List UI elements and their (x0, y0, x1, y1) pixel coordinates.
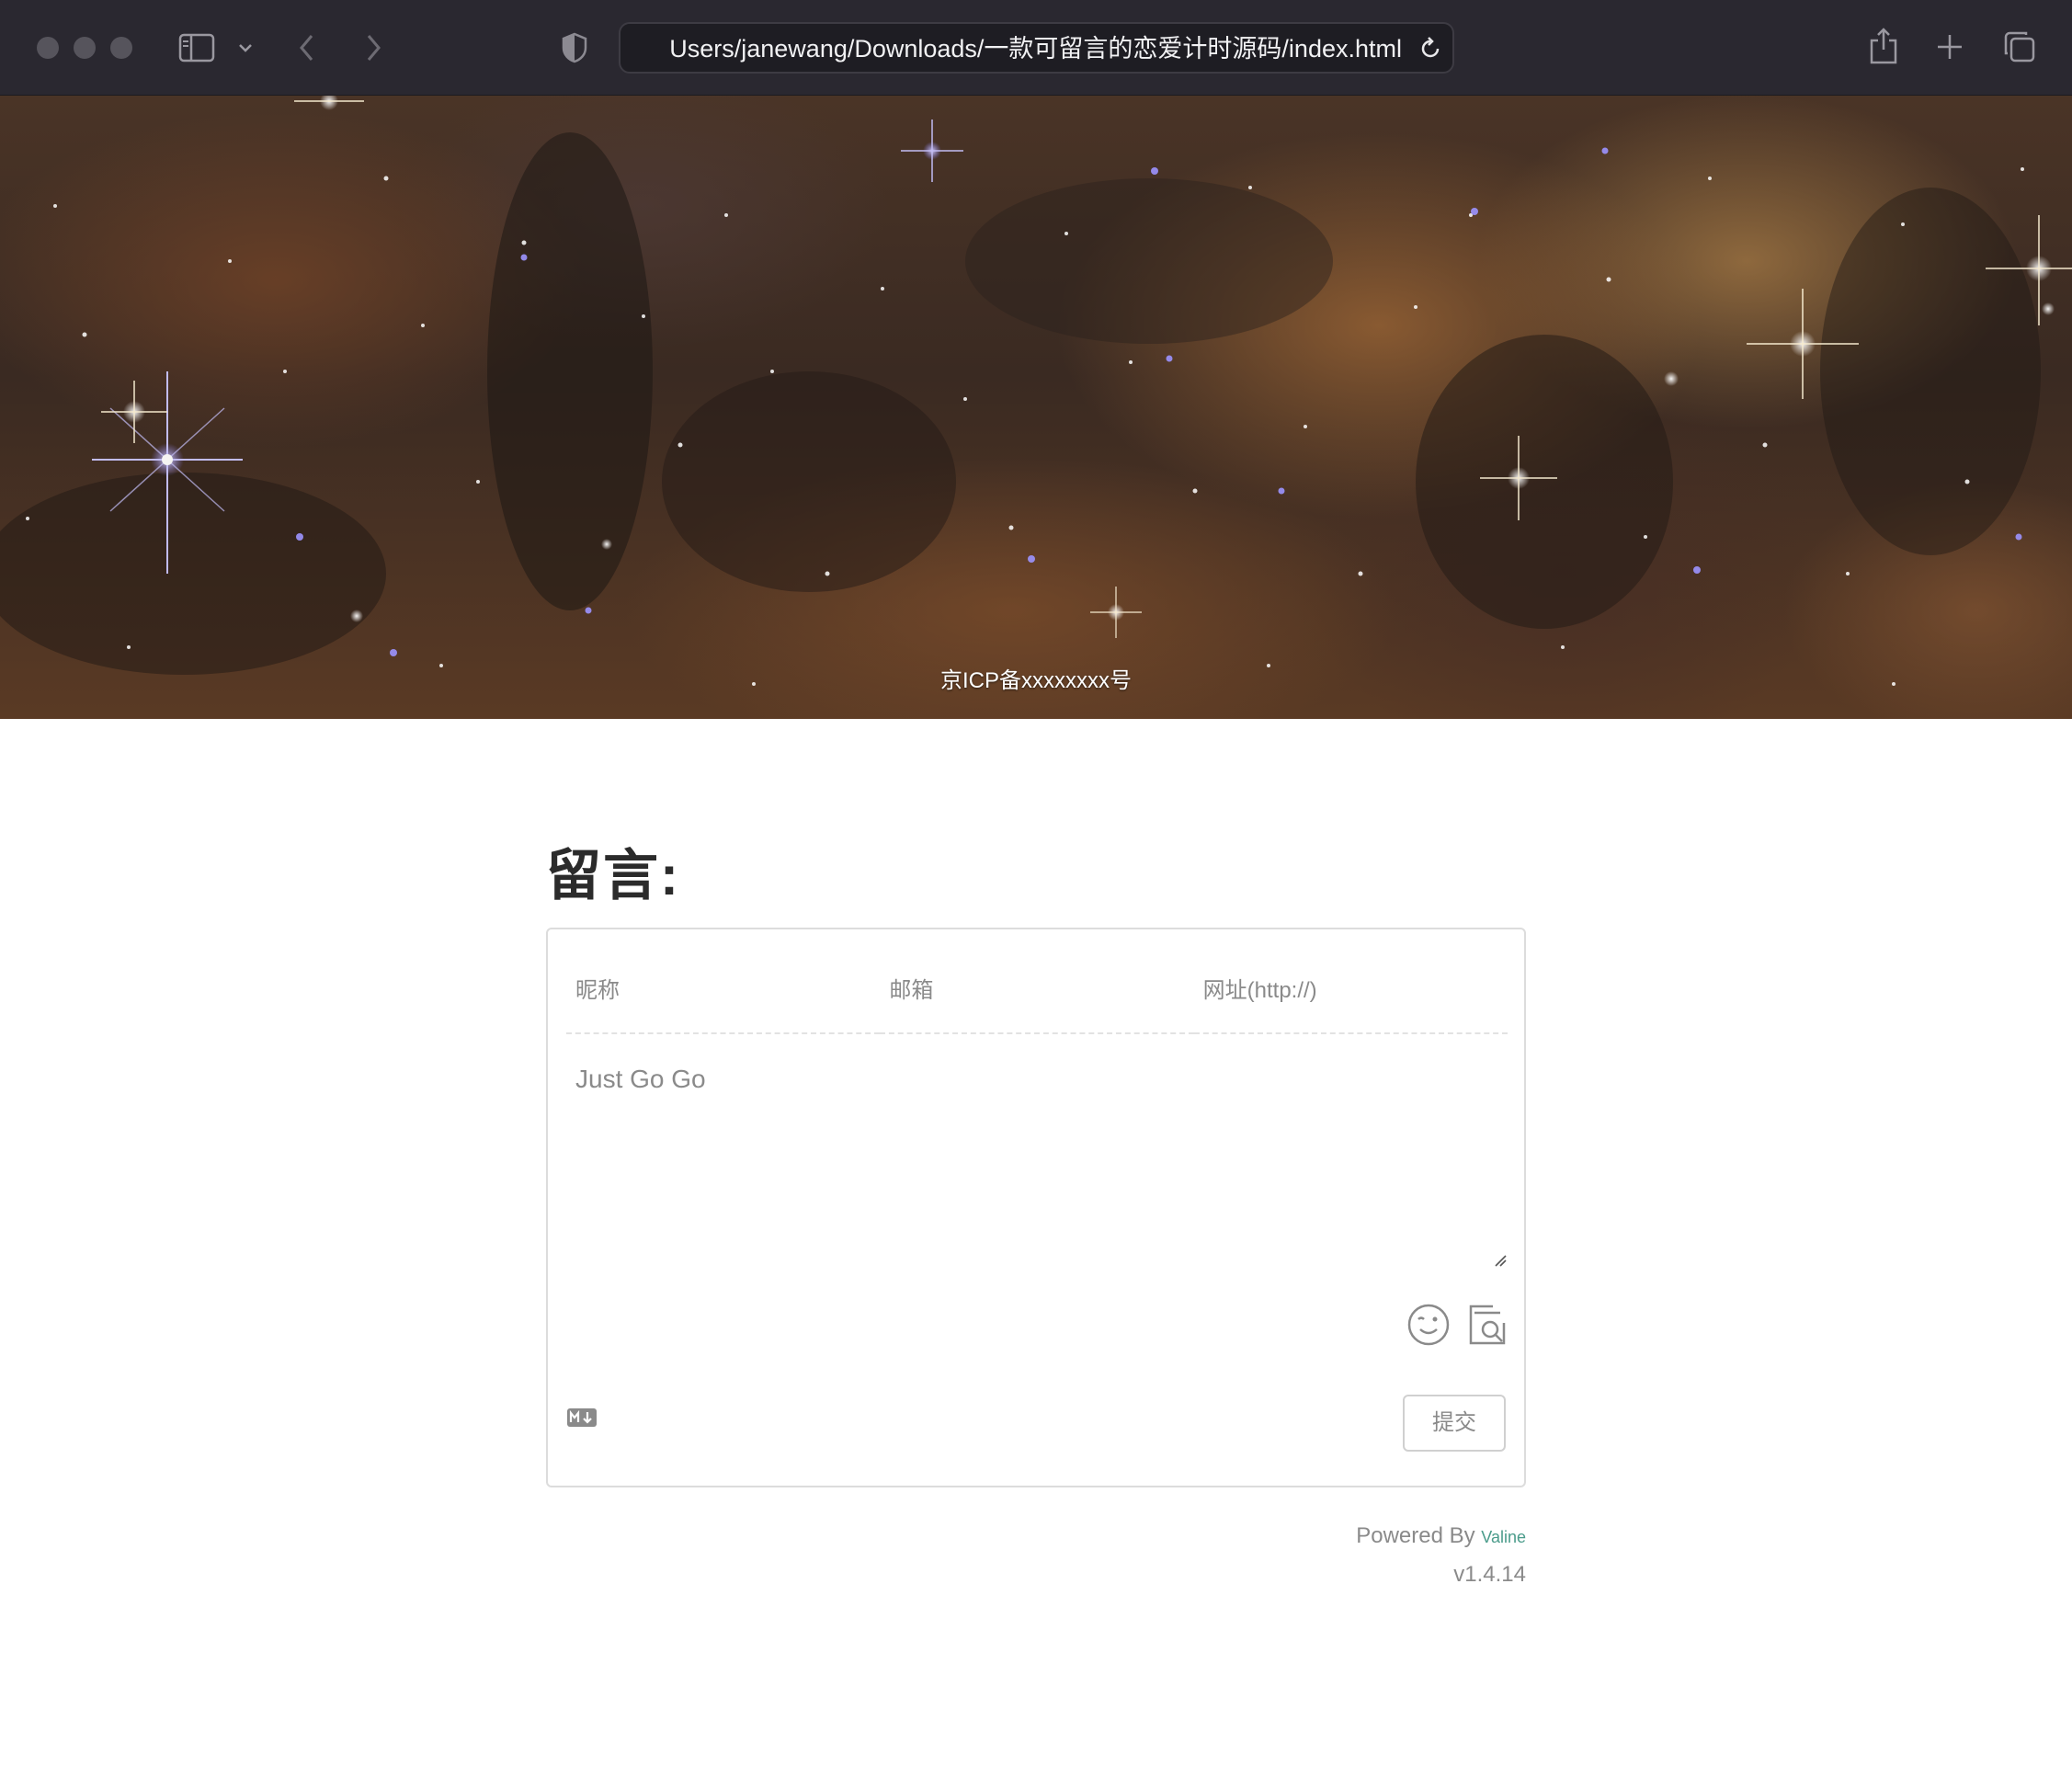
resize-grip-icon[interactable] (1493, 1253, 1508, 1272)
nebula-starfield (0, 96, 2072, 686)
website-input[interactable]: 网址(http://) (1193, 955, 1508, 1034)
chevron-down-icon[interactable] (235, 39, 256, 57)
powered-by: Powered By Valine (1103, 1522, 1526, 1551)
url-text: Users/janewang/Downloads/一款可留言的恋爱计时源码/in… (669, 35, 1402, 63)
markdown-icon[interactable] (566, 1407, 598, 1432)
zoom-window-button[interactable] (110, 37, 132, 59)
powered-by-label: Powered By (1356, 1523, 1475, 1548)
forward-icon[interactable] (362, 31, 384, 64)
nickname-input[interactable]: 昵称 (566, 955, 881, 1034)
comment-form: 昵称 邮箱 网址(http://) Just Go Go 提交 (546, 928, 1526, 1487)
browser-toolbar: Users/janewang/Downloads/一款可留言的恋爱计时源码/in… (0, 0, 2072, 96)
back-icon[interactable] (296, 31, 318, 64)
hero-banner: 京ICP备xxxxxxxx号 (0, 96, 2072, 719)
shield-icon[interactable] (561, 31, 588, 64)
address-bar[interactable]: Users/janewang/Downloads/一款可留言的恋爱计时源码/in… (619, 22, 1454, 74)
preview-icon[interactable] (1465, 1303, 1509, 1351)
close-window-button[interactable] (37, 37, 59, 59)
share-icon[interactable] (1868, 26, 1899, 66)
comment-meta-fields: 昵称 邮箱 网址(http://) (566, 955, 1508, 1034)
tabs-icon[interactable] (2002, 29, 2037, 64)
submit-button[interactable]: 提交 (1403, 1395, 1506, 1452)
comment-textarea[interactable]: Just Go Go (575, 1064, 1495, 1275)
minimize-window-button[interactable] (74, 37, 96, 59)
plus-icon[interactable] (1934, 31, 1965, 63)
comment-section-title: 留言: (546, 845, 680, 906)
icp-license-text: 京ICP备xxxxxxxx号 (939, 668, 1132, 693)
version-text: v1.4.14 (1453, 1562, 1526, 1587)
email-input[interactable]: 邮箱 (880, 955, 1194, 1034)
sidebar-icon[interactable] (178, 33, 215, 63)
reload-icon[interactable] (1417, 35, 1444, 63)
emoji-icon[interactable] (1406, 1303, 1451, 1351)
valine-link[interactable]: Valine (1481, 1528, 1526, 1546)
